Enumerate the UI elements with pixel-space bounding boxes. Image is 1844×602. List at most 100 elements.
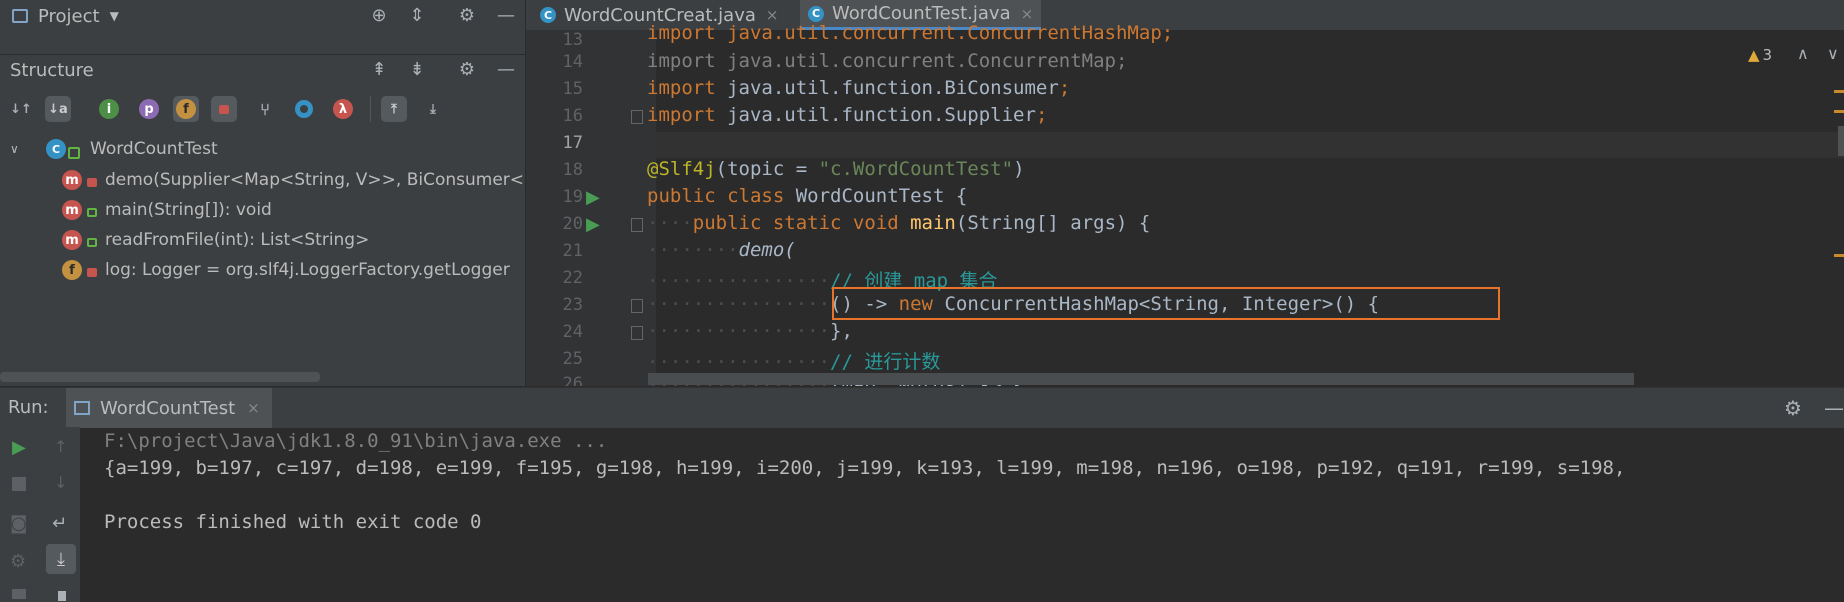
warning-icon: ▲ (1748, 46, 1760, 64)
anonymous-class-icon[interactable] (291, 96, 317, 122)
lambda-tree-icon[interactable]: ⑂ (252, 96, 278, 122)
camera-icon[interactable]: ◙ (10, 513, 27, 534)
fold-marker-icon[interactable] (631, 299, 643, 313)
code-line-25: ················// 进行计数 (647, 351, 941, 373)
unlock-icon (87, 237, 97, 247)
code-line-24: ················}, (647, 320, 853, 342)
horizontal-scrollbar[interactable] (0, 372, 320, 382)
chevron-down-icon[interactable]: ∨ (1827, 44, 1839, 63)
method-name: main (898, 212, 956, 234)
keyword: import (647, 77, 716, 99)
line-number: 17 (562, 133, 583, 153)
class-icon: C (46, 139, 66, 159)
code-text: java.util.function.Supplier (715, 104, 1036, 126)
line-number: 14 (562, 52, 583, 72)
non-public-lock-icon[interactable] (211, 96, 237, 122)
method-call: demo( (738, 239, 796, 261)
code-line-15: import java.util.function.BiConsumer; (647, 77, 1070, 99)
tree-item-demo[interactable]: m demo(Supplier<Map<String, V>>, BiConsu… (62, 166, 524, 194)
sort-alpha-icon[interactable]: ↓a (45, 96, 71, 122)
chevron-down-icon[interactable]: ∨ (10, 142, 30, 156)
arrow-down-icon[interactable]: ↓ (54, 473, 67, 492)
error-stripe-mark[interactable] (1834, 90, 1844, 93)
autoscroll-from-source-icon[interactable]: ⤓ (420, 96, 446, 122)
code-text: java.util.function.BiConsumer (715, 77, 1059, 99)
left-tool-panel: Project ▼ ⊕ ⇕ ⚙ — Structure ⇞ ⇟ ⚙ — ↓↑ ↓… (0, 0, 526, 386)
caret-line (656, 132, 1844, 158)
expand-all-icon[interactable]: ⇞ (368, 58, 390, 80)
console-line: F:\project\Java\jdk1.8.0_91\bin\java.exe… (104, 430, 608, 452)
project-title[interactable]: Project (38, 6, 100, 27)
minimize-icon[interactable]: — (1824, 396, 1844, 420)
collapse-all-icon[interactable]: ⇟ (406, 58, 428, 80)
editor-horizontal-scrollbar[interactable] (648, 373, 1634, 385)
code-line-16: import java.util.function.Supplier; (647, 104, 1047, 126)
settings-icon[interactable]: ⚙ (10, 551, 26, 572)
project-icon (12, 9, 28, 23)
tree-item-label: readFromFile(int): List<String> (105, 230, 370, 250)
minimize-icon[interactable]: — (495, 4, 517, 26)
method-icon: m (62, 200, 82, 220)
comment: // 进行计数 (830, 351, 941, 373)
stop-icon[interactable] (12, 477, 26, 491)
line-number: 24 (562, 322, 583, 342)
fold-marker-icon[interactable] (631, 218, 643, 232)
trash-icon[interactable] (58, 591, 66, 601)
lambda-icon[interactable]: λ (333, 99, 353, 119)
close-icon[interactable]: × (1021, 5, 1034, 23)
semicolon: ; (1035, 104, 1048, 126)
collapse-icon[interactable]: ⇕ (406, 4, 428, 26)
rerun-icon[interactable]: ▶ (12, 437, 26, 458)
toolbar-divider (370, 96, 371, 122)
properties-icon[interactable]: p (139, 99, 159, 119)
run-class-icon[interactable]: ▶ (586, 187, 600, 208)
tree-item-label: demo(Supplier<Map<String, V>>, BiConsume… (105, 170, 525, 190)
code-line-21: ········demo( (647, 239, 796, 261)
fold-marker-icon[interactable] (631, 110, 643, 124)
line-number: 15 (562, 79, 583, 99)
fields-icon[interactable]: f (176, 99, 196, 119)
error-stripe-mark[interactable] (1834, 110, 1844, 113)
gear-icon[interactable]: ⚙ (456, 4, 478, 26)
inherited-icon[interactable]: i (99, 99, 119, 119)
warnings-indicator[interactable]: ▲ 3 (1748, 46, 1772, 64)
code-line-18: @Slf4j(topic = "c.WordCountTest") (647, 158, 1025, 180)
close-icon[interactable]: × (247, 399, 260, 417)
annotation: @Slf4j (647, 158, 716, 180)
structure-title: Structure (10, 59, 94, 81)
code-line-20: ····public static void main(String[] arg… (647, 212, 1151, 234)
soft-wrap-icon[interactable]: ↵ (52, 513, 67, 534)
tree-item-main[interactable]: m main(String[]): void (62, 196, 272, 224)
gear-icon[interactable]: ⚙ (456, 58, 478, 80)
line-number: 13 (562, 30, 583, 50)
run-tab[interactable]: WordCountTest × (66, 388, 272, 428)
scroll-to-end-icon[interactable]: ⤓ (46, 544, 76, 574)
chevron-up-icon[interactable]: ∧ (1797, 44, 1809, 63)
locate-icon[interactable]: ⊕ (368, 4, 390, 26)
tree-item-readfromfile[interactable]: m readFromFile(int): List<String> (62, 226, 369, 254)
lock-icon (87, 177, 97, 187)
autoscroll-to-source-icon[interactable]: ⤒ (381, 96, 407, 122)
sort-visibility-icon[interactable]: ↓↑ (8, 96, 34, 122)
code-line-13: import java.util.concurrent.ConcurrentHa… (647, 22, 1174, 44)
line-number: 21 (562, 241, 583, 261)
tree-item-label: main(String[]): void (105, 200, 272, 220)
editor-vertical-scrollbar[interactable] (1838, 126, 1844, 156)
line-number: 25 (562, 349, 583, 369)
method-icon: m (62, 170, 82, 190)
arrow-up-icon[interactable]: ↑ (54, 437, 67, 456)
line-number: 18 (562, 160, 583, 180)
fold-marker-icon[interactable] (631, 326, 643, 340)
project-bar[interactable]: Project ▼ (0, 0, 525, 32)
error-stripe-mark[interactable] (1834, 254, 1844, 257)
line-number: 20 (562, 214, 583, 234)
tree-item-log[interactable]: f log: Logger = org.slf4j.LoggerFactory.… (62, 256, 510, 284)
run-main-icon[interactable]: ▶ (586, 214, 600, 235)
minimize-icon[interactable]: — (495, 58, 517, 80)
tree-root[interactable]: ∨ C WordCountTest (10, 135, 218, 163)
tree-item-label: log: Logger = org.slf4j.LoggerFactory.ge… (105, 260, 510, 280)
chevron-down-icon[interactable]: ▼ (110, 9, 119, 23)
gear-icon[interactable]: ⚙ (1784, 396, 1802, 420)
print-icon[interactable] (12, 589, 26, 599)
root-class-label: WordCountTest (90, 139, 218, 159)
